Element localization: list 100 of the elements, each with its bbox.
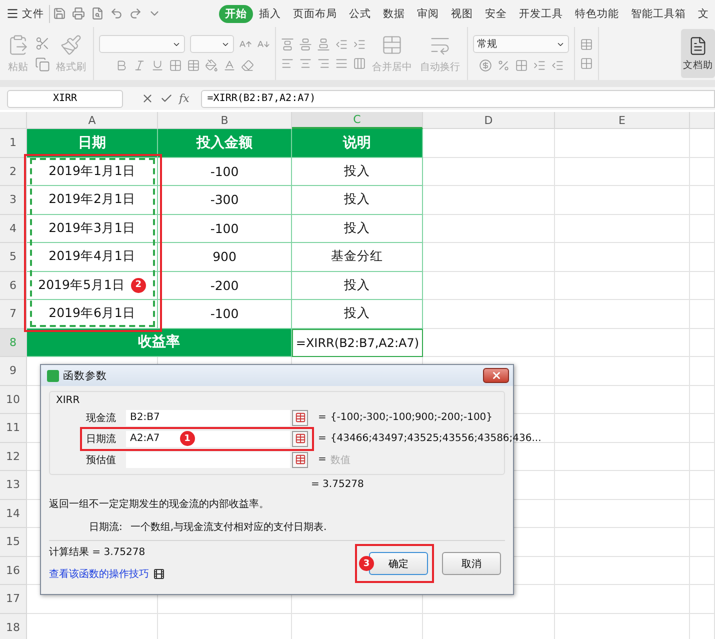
- empty-cell[interactable]: [690, 556, 715, 585]
- decrease-decimal-icon[interactable]: [550, 59, 564, 72]
- empty-cell[interactable]: [555, 386, 690, 414]
- ribbon-tab[interactable]: 审阅: [411, 4, 445, 22]
- cancel-button[interactable]: 取消: [442, 552, 501, 575]
- align-right-icon[interactable]: [317, 56, 330, 70]
- empty-cell[interactable]: [555, 471, 690, 500]
- empty-cell[interactable]: [555, 528, 690, 556]
- select-all-corner[interactable]: [0, 112, 27, 129]
- column-header[interactable]: D: [423, 112, 555, 129]
- tips-link[interactable]: 查看该函数的操作技巧: [49, 567, 149, 581]
- row-header[interactable]: 12: [0, 442, 27, 471]
- underline-icon[interactable]: [151, 59, 164, 72]
- font-name-field[interactable]: [99, 35, 185, 53]
- empty-cell[interactable]: [555, 243, 690, 272]
- number-format-field[interactable]: 常规: [473, 35, 569, 53]
- empty-cell[interactable]: [690, 300, 715, 328]
- row-header[interactable]: 5: [0, 243, 27, 272]
- undo-icon[interactable]: [110, 7, 123, 20]
- distribute-icon[interactable]: [353, 56, 366, 70]
- row-header[interactable]: 7: [0, 300, 27, 328]
- ribbon-tab[interactable]: 开发工具: [513, 4, 569, 22]
- column-header[interactable]: E: [555, 112, 690, 129]
- font-size-field[interactable]: [190, 35, 234, 53]
- empty-cell[interactable]: [690, 272, 715, 300]
- ribbon-tab[interactable]: 特色功能: [569, 4, 625, 22]
- name-box[interactable]: XIRR: [7, 90, 123, 108]
- row-header[interactable]: 14: [0, 500, 27, 528]
- fill-color-icon[interactable]: [205, 59, 218, 72]
- align-top-icon[interactable]: [281, 38, 294, 50]
- range-picker-button[interactable]: [292, 452, 308, 468]
- row-header[interactable]: 1: [0, 129, 27, 158]
- empty-cell[interactable]: [555, 500, 690, 528]
- range-picker-button[interactable]: [292, 430, 308, 446]
- print-preview-icon[interactable]: [91, 7, 104, 20]
- empty-cell[interactable]: [555, 585, 690, 614]
- empty-cell[interactable]: [690, 528, 715, 556]
- ribbon-tab[interactable]: 安全: [479, 4, 513, 22]
- align-left-icon[interactable]: [281, 56, 294, 70]
- empty-cell[interactable]: [555, 272, 690, 300]
- justify-icon[interactable]: [335, 56, 348, 70]
- column-header[interactable]: [690, 112, 715, 129]
- font-color-icon[interactable]: [223, 59, 236, 72]
- ribbon-tab[interactable]: 数据: [377, 4, 411, 22]
- cancel-icon[interactable]: [141, 92, 154, 105]
- ribbon-tab[interactable]: 公式: [343, 4, 377, 22]
- ribbon-tab[interactable]: 页面布局: [287, 4, 343, 22]
- empty-cell[interactable]: [690, 500, 715, 528]
- argument-field[interactable]: B2:B7: [126, 410, 290, 426]
- format-icon[interactable]: [580, 38, 593, 50]
- argument-field[interactable]: A2:A7 1: [126, 430, 290, 446]
- empty-cell[interactable]: [555, 158, 690, 186]
- empty-cell[interactable]: [555, 556, 690, 585]
- indent-decrease-icon[interactable]: [335, 38, 348, 50]
- row-header[interactable]: 13: [0, 471, 27, 500]
- save-icon[interactable]: [53, 7, 66, 20]
- row-header[interactable]: 16: [0, 556, 27, 585]
- cell-style-icon[interactable]: [187, 59, 200, 72]
- empty-cell[interactable]: [555, 214, 690, 243]
- ribbon-tab[interactable]: 文: [692, 4, 715, 22]
- align-bottom-icon[interactable]: [317, 38, 330, 50]
- row-header[interactable]: 10: [0, 386, 27, 414]
- range-picker-button[interactable]: [292, 410, 308, 426]
- row-header[interactable]: 11: [0, 414, 27, 442]
- copy-icon[interactable]: [35, 56, 50, 72]
- empty-cell[interactable]: [690, 328, 715, 357]
- row-header[interactable]: 17: [0, 585, 27, 614]
- scissors-icon[interactable]: [35, 36, 50, 50]
- empty-cell[interactable]: [690, 386, 715, 414]
- indent-increase-icon[interactable]: [353, 38, 366, 50]
- empty-cell[interactable]: [690, 186, 715, 214]
- empty-cell[interactable]: [555, 129, 690, 158]
- file-menu[interactable]: 文件: [4, 4, 50, 22]
- empty-cell[interactable]: [690, 158, 715, 186]
- column-header[interactable]: A: [27, 112, 158, 129]
- empty-cell[interactable]: [690, 214, 715, 243]
- currency-icon[interactable]: [478, 59, 492, 72]
- empty-cell[interactable]: [690, 414, 715, 442]
- printer-icon[interactable]: [72, 7, 85, 20]
- ok-button[interactable]: 确定: [369, 552, 428, 575]
- bold-icon[interactable]: [115, 59, 128, 72]
- row-header[interactable]: 3: [0, 186, 27, 214]
- empty-cell[interactable]: [555, 357, 690, 386]
- empty-cell[interactable]: [690, 442, 715, 471]
- ribbon-tab[interactable]: 视图: [445, 4, 479, 22]
- align-center-icon[interactable]: [299, 56, 312, 70]
- row-header[interactable]: 15: [0, 528, 27, 556]
- border-icon[interactable]: [169, 59, 182, 72]
- video-icon[interactable]: [153, 568, 165, 580]
- empty-cell[interactable]: [690, 243, 715, 272]
- increase-decimal-icon[interactable]: [532, 59, 546, 72]
- ribbon-tab[interactable]: 智能工具箱: [625, 4, 692, 22]
- empty-cell[interactable]: [555, 328, 690, 357]
- insert-function-button[interactable]: fx: [179, 92, 190, 105]
- row-header[interactable]: 9: [0, 357, 27, 386]
- empty-cell[interactable]: [555, 442, 690, 471]
- argument-field[interactable]: [126, 452, 290, 468]
- thousands-icon[interactable]: [514, 59, 528, 72]
- document-helper-button[interactable]: 文档助: [681, 29, 715, 78]
- empty-cell[interactable]: [555, 300, 690, 328]
